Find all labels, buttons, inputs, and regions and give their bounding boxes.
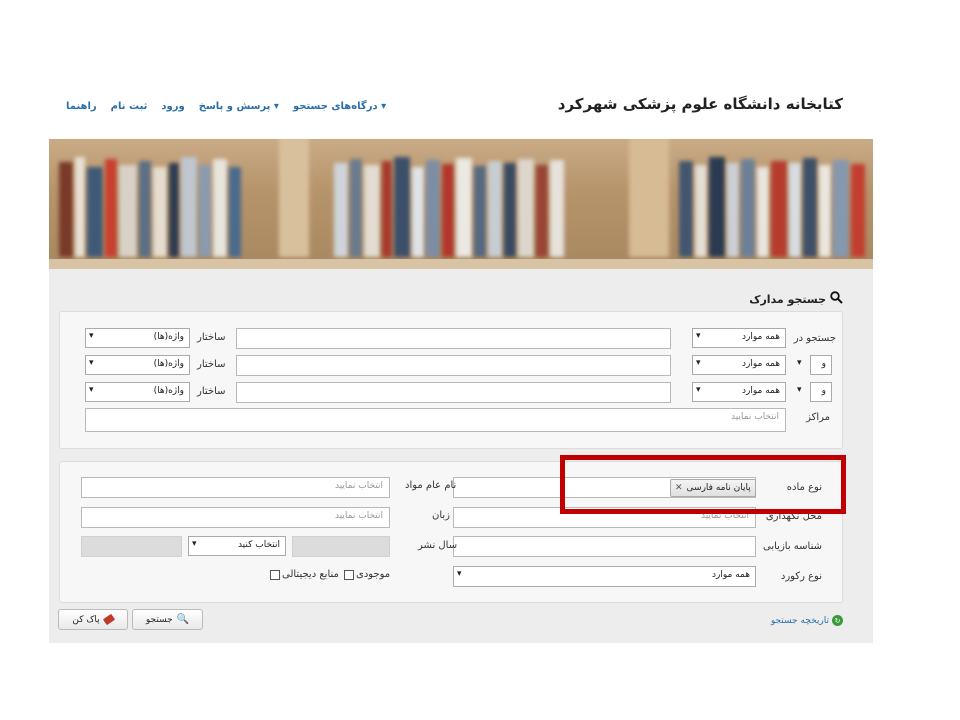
- nav-login[interactable]: ورود: [161, 101, 184, 112]
- material-name-label: نام عام مواد: [405, 480, 457, 491]
- search-rows-box: جستجو در همه موارد ▾ ساختار واژه(ها) ▾ و ▾ …: [59, 311, 843, 449]
- chevron-down-icon: ▾: [797, 358, 802, 368]
- digital-checkbox[interactable]: [270, 569, 280, 580]
- search-history-link[interactable]: ↻ تاریخچه جستجو: [771, 615, 843, 626]
- record-type-select[interactable]: همه موارد ▾: [453, 566, 756, 587]
- field-select-3[interactable]: همه موارد ▾: [692, 382, 786, 402]
- pub-year-to-input[interactable]: [292, 536, 390, 557]
- chevron-down-icon: ▾: [192, 539, 197, 549]
- search-button[interactable]: 🔍 جستجو: [132, 609, 203, 630]
- pub-year-from-input[interactable]: [81, 536, 182, 557]
- banner-image: [49, 139, 873, 269]
- site-title[interactable]: کتابخانه دانشگاه علوم پزشکی شهرکرد: [558, 95, 843, 113]
- nav-register[interactable]: ثبت نام: [111, 101, 148, 112]
- centers-input[interactable]: انتخاب نمایید: [85, 408, 786, 432]
- nav-search-portals[interactable]: درگاه‌های جستجو ▾: [293, 101, 386, 112]
- search-title-icon: [830, 291, 843, 307]
- language-input[interactable]: انتخاب نمایید: [81, 507, 390, 528]
- call-number-label: شناسه بازیابی: [763, 541, 822, 552]
- chevron-down-icon: ▾: [89, 358, 94, 368]
- available-checkbox-row[interactable]: موجودی: [344, 569, 390, 580]
- chevron-down-icon: ▾: [797, 385, 802, 395]
- structure-select-1[interactable]: واژه(ها) ▾: [85, 328, 190, 348]
- structure-label-3: ساختار: [197, 386, 226, 397]
- field-select-1[interactable]: همه موارد ▾: [692, 328, 786, 348]
- section-title: جستجو مدارک: [749, 291, 843, 307]
- chevron-down-icon: ▾: [696, 331, 701, 341]
- chevron-down-icon: ▾: [457, 569, 462, 579]
- available-checkbox[interactable]: [344, 569, 354, 580]
- structure-label-1: ساختار: [197, 332, 226, 343]
- language-label: زبان: [432, 510, 451, 521]
- pub-year-label: سال نشر: [418, 540, 458, 551]
- material-name-input[interactable]: انتخاب نمایید: [81, 477, 390, 498]
- nav-qa[interactable]: پرسش و پاسخ ▾: [199, 101, 279, 112]
- pub-year-select[interactable]: انتخاب کنید ▾: [188, 536, 286, 556]
- call-number-input[interactable]: [453, 536, 756, 557]
- eraser-icon: [102, 613, 115, 626]
- structure-select-2[interactable]: واژه(ها) ▾: [85, 355, 190, 375]
- digital-checkbox-row[interactable]: منابع دیجیتالی: [270, 569, 339, 580]
- top-nav: راهنما ثبت نام ورود پرسش و پاسخ ▾ درگاه‌…: [66, 101, 386, 112]
- search-icon: 🔍: [176, 614, 190, 625]
- field-select-2[interactable]: همه موارد ▾: [692, 355, 786, 375]
- structure-label-2: ساختار: [197, 359, 226, 370]
- structure-select-3[interactable]: واژه(ها) ▾: [85, 382, 190, 402]
- operator-select-3[interactable]: و ▾: [797, 382, 832, 402]
- search-input-2[interactable]: [236, 355, 671, 376]
- centers-label: مراکز: [806, 412, 830, 423]
- history-icon: ↻: [832, 615, 843, 626]
- chevron-down-icon: ▾: [89, 385, 94, 395]
- record-type-label: نوع رکورد: [780, 571, 822, 582]
- operator-select-2[interactable]: و ▾: [797, 355, 832, 375]
- search-input-1[interactable]: [236, 328, 671, 349]
- highlight-box: [560, 455, 846, 514]
- nav-help[interactable]: راهنما: [66, 101, 97, 112]
- chevron-down-icon: ▾: [696, 358, 701, 368]
- search-input-3[interactable]: [236, 382, 671, 403]
- clear-button[interactable]: پاک کن: [58, 609, 128, 630]
- search-in-label: جستجو در: [793, 333, 836, 344]
- chevron-down-icon: ▾: [696, 385, 701, 395]
- chevron-down-icon: ▾: [89, 331, 94, 341]
